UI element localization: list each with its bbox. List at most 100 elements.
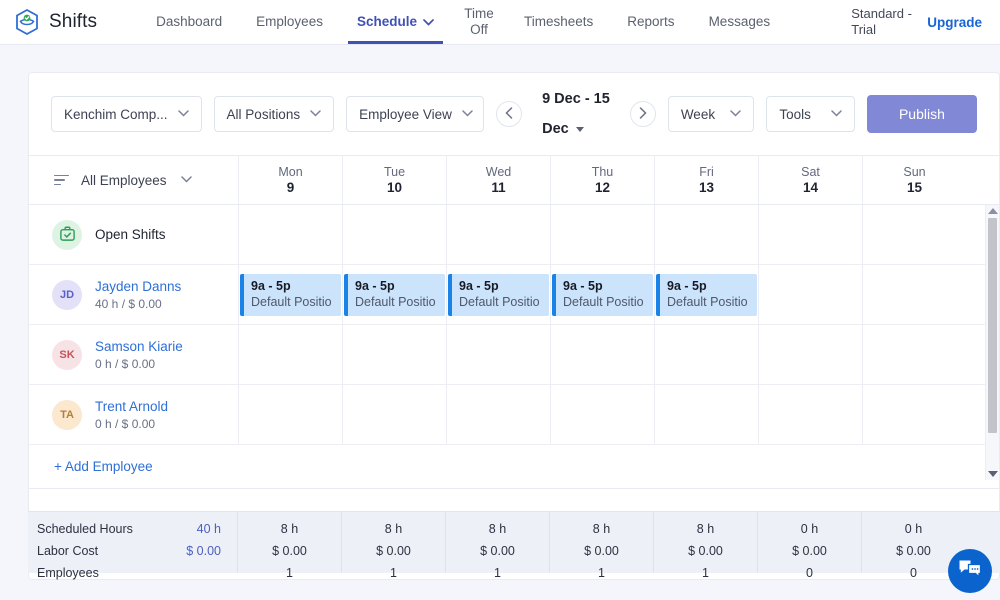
- next-week-button[interactable]: [630, 101, 656, 127]
- date-range-selector[interactable]: 9 Dec - 15 Dec: [534, 84, 618, 144]
- summary-cost: $ 0.00: [688, 542, 723, 561]
- shift-cell[interactable]: [654, 385, 758, 444]
- shift-card[interactable]: 9a - 5pDefault Positio: [552, 274, 653, 316]
- shift-cell[interactable]: [238, 205, 342, 264]
- period-select-value: Week: [681, 107, 715, 122]
- shift-cell[interactable]: [654, 205, 758, 264]
- sort-lines-icon[interactable]: [54, 175, 69, 186]
- shift-cell[interactable]: [238, 385, 342, 444]
- scroll-down-arrow-icon[interactable]: [988, 471, 998, 477]
- day-header-tue[interactable]: Tue10: [342, 156, 446, 204]
- shift-cell[interactable]: 9a - 5pDefault Positio: [654, 265, 758, 324]
- scrollbar-track[interactable]: [986, 217, 999, 468]
- employee-filter-header: All Employees: [29, 156, 238, 204]
- shift-cell[interactable]: [654, 325, 758, 384]
- summary-hours: 0 h: [905, 520, 922, 539]
- day-name: Fri: [699, 165, 714, 179]
- employee-name[interactable]: Jayden Danns: [95, 279, 181, 294]
- shift-cell[interactable]: 9a - 5pDefault Positio: [342, 265, 446, 324]
- shift-card[interactable]: 9a - 5pDefault Positio: [448, 274, 549, 316]
- shift-cell[interactable]: [446, 385, 550, 444]
- shift-cell[interactable]: [446, 325, 550, 384]
- employee-hours-cost: 0 h / $ 0.00: [95, 417, 168, 431]
- day-header-sat[interactable]: Sat14: [758, 156, 862, 204]
- shift-cell[interactable]: [342, 205, 446, 264]
- day-header-sun[interactable]: Sun15: [862, 156, 966, 204]
- tools-menu-label: Tools: [779, 107, 811, 122]
- company-select[interactable]: Kenchim Comp...: [51, 96, 202, 132]
- shift-cell[interactable]: [758, 325, 862, 384]
- shift-cell[interactable]: [758, 385, 862, 444]
- nav-item-timesheets[interactable]: Timesheets: [507, 0, 610, 44]
- add-employee-button[interactable]: + Add Employee: [54, 459, 153, 474]
- shift-cell[interactable]: 9a - 5pDefault Positio: [550, 265, 654, 324]
- employee-hours-cost: 40 h / $ 0.00: [95, 297, 181, 311]
- shift-cell[interactable]: [550, 385, 654, 444]
- summary-employees: 1: [286, 564, 293, 583]
- shift-card[interactable]: 9a - 5pDefault Positio: [656, 274, 757, 316]
- nav-item-reports[interactable]: Reports: [610, 0, 691, 44]
- shift-card[interactable]: 9a - 5pDefault Positio: [240, 274, 341, 316]
- day-header-fri[interactable]: Fri13: [654, 156, 758, 204]
- shift-position: Default Positio: [563, 294, 653, 310]
- upgrade-link[interactable]: Upgrade: [927, 15, 982, 30]
- shift-time: 9a - 5p: [251, 279, 341, 294]
- shift-cell[interactable]: [446, 205, 550, 264]
- nav-item-dashboard[interactable]: Dashboard: [139, 0, 239, 44]
- table-row: SK Samson Kiarie 0 h / $ 0.00: [29, 325, 999, 385]
- date-range-line1: 9 Dec - 15: [542, 84, 610, 114]
- view-mode-select[interactable]: Employee View: [346, 96, 484, 132]
- publish-button[interactable]: Publish: [867, 95, 977, 133]
- shift-cell[interactable]: 9a - 5pDefault Positio: [446, 265, 550, 324]
- summary-day-fri: 8 h$ 0.001: [653, 512, 757, 573]
- day-header-wed[interactable]: Wed11: [446, 156, 550, 204]
- shift-cell[interactable]: [550, 205, 654, 264]
- day-name: Tue: [384, 165, 405, 179]
- summary-label-employees: Employees: [37, 564, 99, 583]
- employee-name[interactable]: Samson Kiarie: [95, 339, 183, 354]
- day-header-thu[interactable]: Thu12: [550, 156, 654, 204]
- shift-cell[interactable]: [342, 385, 446, 444]
- plan-badge: Standard - Trial: [851, 6, 913, 38]
- day-header-mon[interactable]: Mon9: [238, 156, 342, 204]
- previous-week-button[interactable]: [496, 101, 522, 127]
- shift-cell[interactable]: [862, 385, 966, 444]
- day-name: Sun: [903, 165, 925, 179]
- nav-item-time-off[interactable]: Time Off: [451, 0, 507, 44]
- nav-item-messages[interactable]: Messages: [692, 0, 788, 44]
- scrollbar-thumb[interactable]: [988, 218, 997, 433]
- day-name: Wed: [486, 165, 511, 179]
- nav-item-schedule[interactable]: Schedule: [340, 0, 451, 44]
- shift-position: Default Positio: [251, 294, 341, 310]
- shift-cell[interactable]: 9a - 5pDefault Positio: [238, 265, 342, 324]
- employee-name[interactable]: Trent Arnold: [95, 399, 168, 414]
- chevron-down-icon: [730, 108, 741, 120]
- shift-cell[interactable]: [862, 325, 966, 384]
- shift-card[interactable]: 9a - 5pDefault Positio: [344, 274, 445, 316]
- row-employee-samson-kiarie: SK Samson Kiarie 0 h / $ 0.00: [29, 325, 238, 384]
- summary-cost: $ 0.00: [480, 542, 515, 561]
- shift-cell[interactable]: [862, 205, 966, 264]
- employee-filter-label[interactable]: All Employees: [81, 173, 167, 188]
- brand[interactable]: Shifts: [14, 8, 97, 36]
- summary-hours: 0 h: [801, 520, 818, 539]
- scroll-up-arrow-icon[interactable]: [988, 208, 998, 214]
- nav-item-employees[interactable]: Employees: [239, 0, 340, 44]
- shift-time: 9a - 5p: [459, 279, 549, 294]
- summary-footer: Scheduled Hours40 h Labor Cost$ 0.00 Emp…: [28, 511, 1000, 573]
- shift-cell[interactable]: [550, 325, 654, 384]
- shift-cell[interactable]: [758, 265, 862, 324]
- positions-select-value: All Positions: [227, 107, 301, 122]
- tools-menu[interactable]: Tools: [766, 96, 854, 132]
- shift-cell[interactable]: [862, 265, 966, 324]
- vertical-scrollbar[interactable]: [985, 205, 999, 480]
- shift-cell[interactable]: [238, 325, 342, 384]
- chevron-down-icon[interactable]: [181, 174, 192, 186]
- chat-widget-button[interactable]: [948, 549, 992, 593]
- shift-cell[interactable]: [342, 325, 446, 384]
- shift-time: 9a - 5p: [667, 279, 757, 294]
- shift-cell[interactable]: [758, 205, 862, 264]
- period-select[interactable]: Week: [668, 96, 755, 132]
- positions-select[interactable]: All Positions: [214, 96, 335, 132]
- summary-total-cost: $ 0.00: [186, 542, 221, 561]
